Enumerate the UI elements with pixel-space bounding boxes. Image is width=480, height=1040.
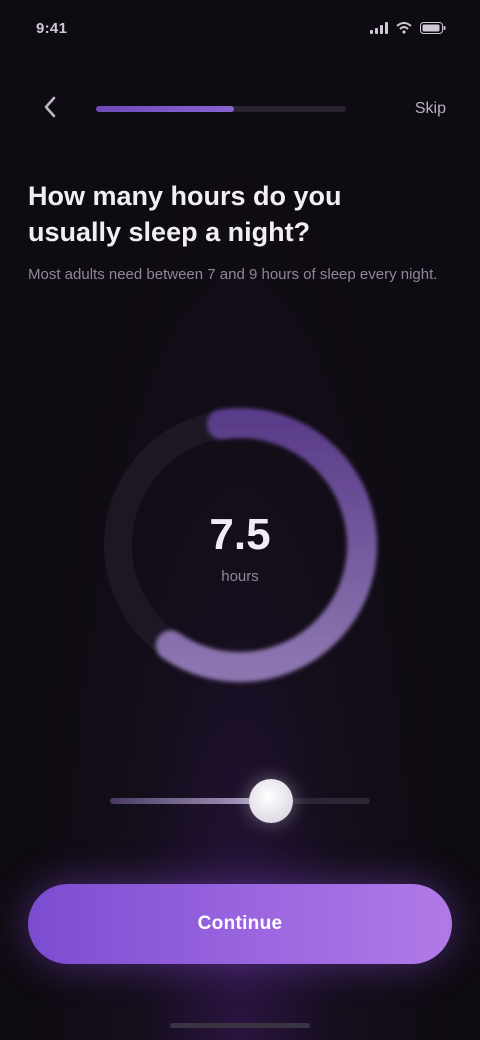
app-screen: 9:41 Skip How many hours do you usually … [0, 0, 480, 1040]
back-button[interactable] [30, 89, 70, 129]
home-indicator [170, 1023, 310, 1028]
question-title: How many hours do you usually sleep a ni… [28, 181, 342, 247]
hours-value: 7.5 [209, 510, 271, 559]
hours-slider[interactable] [110, 776, 370, 826]
chevron-left-icon [43, 96, 57, 123]
onboarding-progress-fill [96, 106, 234, 112]
onboarding-progress-bar [96, 106, 346, 112]
status-bar: 9:41 [0, 0, 480, 56]
question-heading: How many hours do you usually sleep a ni… [28, 178, 440, 286]
status-icons [370, 22, 446, 34]
skip-link[interactable]: Skip [411, 92, 450, 126]
status-time: 9:41 [36, 19, 68, 37]
slider-fill [110, 798, 272, 804]
hours-unit: hours [221, 568, 259, 585]
slider-thumb[interactable] [249, 779, 294, 823]
signal-icon [370, 22, 388, 34]
continue-button[interactable]: Continue [28, 884, 452, 964]
wifi-icon [396, 22, 412, 34]
question-subtitle: Most adults need between 7 and 9 hours o… [28, 266, 438, 283]
battery-icon [420, 22, 446, 34]
hours-ring: 7.5 hours [90, 380, 390, 710]
top-nav: Skip [0, 84, 480, 134]
